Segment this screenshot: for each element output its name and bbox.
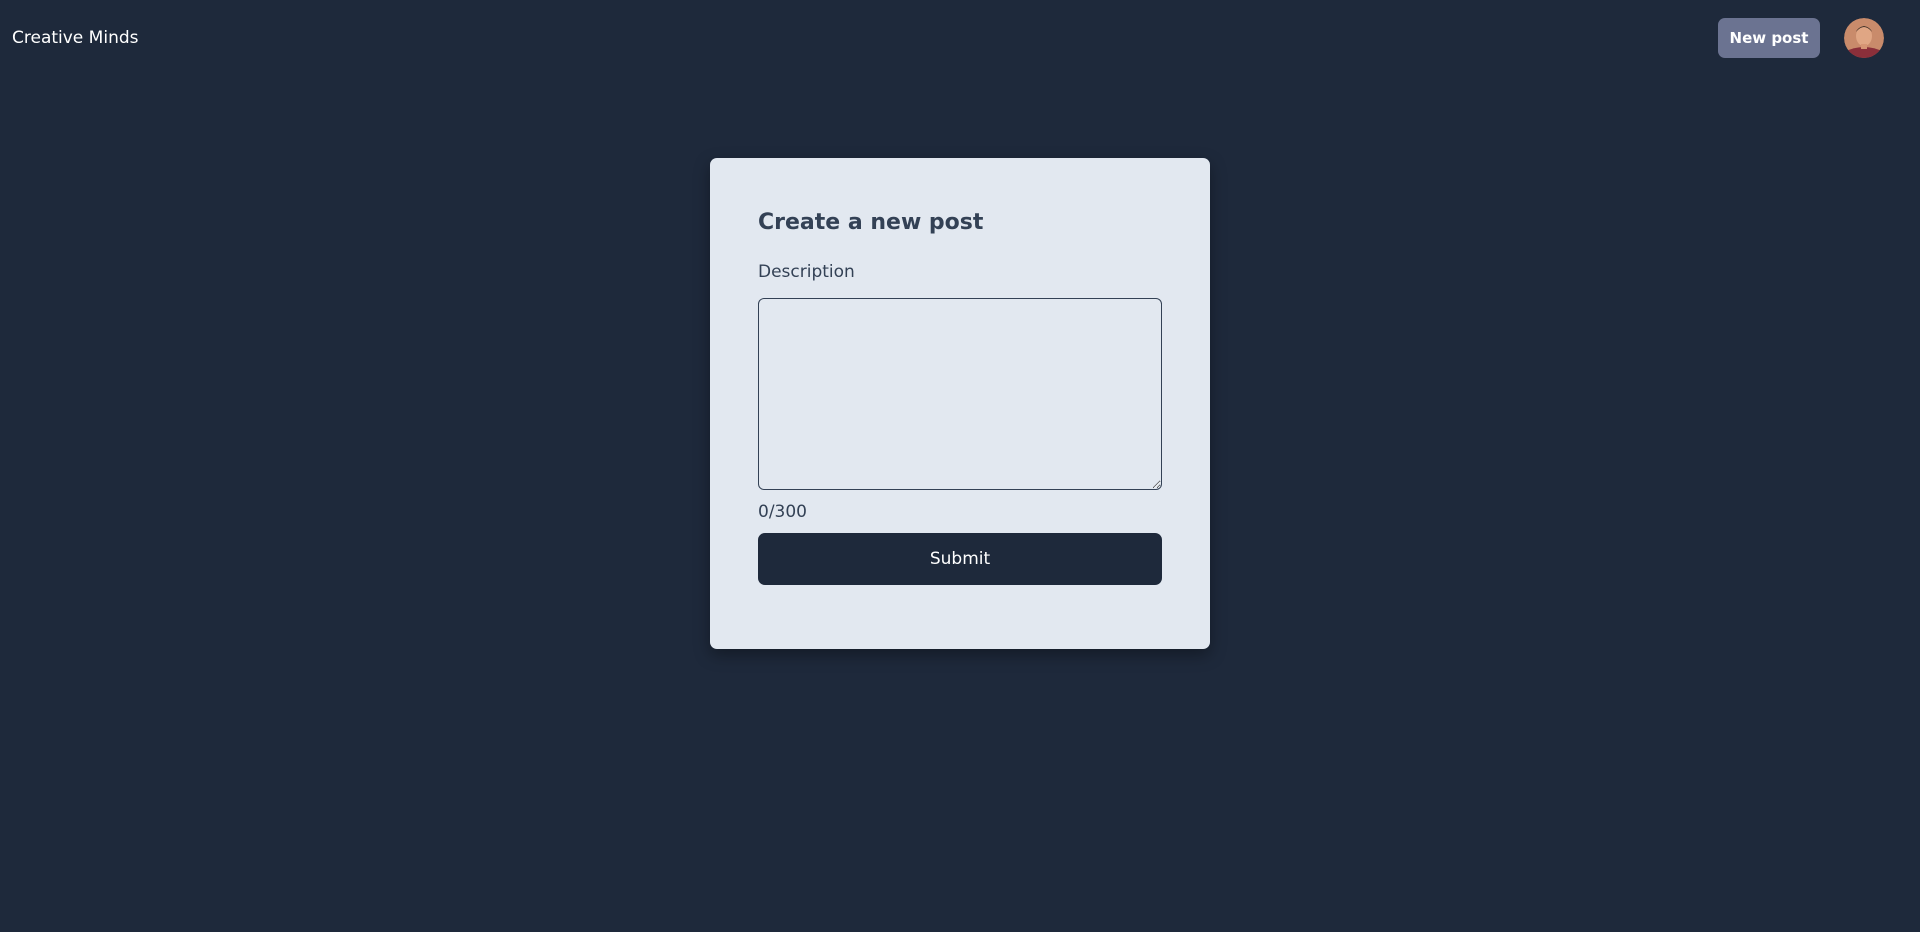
description-textarea[interactable] — [758, 298, 1162, 490]
create-post-card: Create a new post Description 0/300 Subm… — [710, 158, 1210, 649]
user-avatar-icon — [1844, 18, 1884, 58]
avatar[interactable] — [1844, 18, 1884, 58]
top-nav: Creative Minds New post — [0, 0, 1920, 76]
brand-logo-text[interactable]: Creative Minds — [12, 26, 139, 50]
new-post-button[interactable]: New post — [1718, 18, 1820, 58]
description-label: Description — [758, 262, 855, 282]
character-counter: 0/300 — [758, 502, 807, 522]
form-title: Create a new post — [758, 210, 984, 235]
submit-button[interactable]: Submit — [758, 533, 1162, 585]
